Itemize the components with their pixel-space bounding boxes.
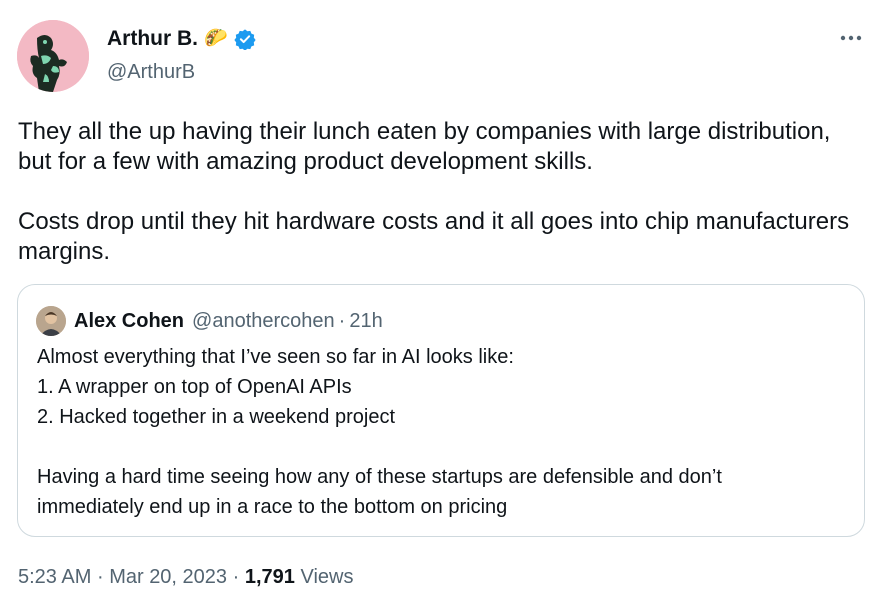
quoted-line: immediately end up in a race to the bott…: [37, 496, 508, 518]
views-label: Views: [300, 566, 354, 588]
author-name[interactable]: Arthur B.: [107, 27, 198, 51]
author-name-row: Arthur B. 🌮: [107, 27, 256, 51]
quoted-line-blank: [37, 432, 847, 462]
author-handle[interactable]: @ArthurB: [107, 60, 195, 84]
quoted-tweet-header: Alex Cohen @anothercohen · 21h: [36, 306, 383, 336]
person-avatar-image: [36, 306, 66, 336]
quoted-author-name[interactable]: Alex Cohen: [74, 309, 184, 333]
views-count: 1,791: [244, 566, 295, 588]
taco-emoji: 🌮: [204, 28, 228, 49]
tweet-paragraph: They all the up having their lunch eaten…: [18, 118, 831, 175]
more-dots-icon: [840, 35, 862, 41]
author-avatar[interactable]: [17, 20, 89, 92]
meta-separator: ·: [96, 566, 104, 588]
tweet-paragraph: Costs drop until they hit hardware costs…: [18, 208, 850, 265]
meta-separator: ·: [338, 310, 346, 332]
quoted-line: Almost everything that I’ve seen so far …: [37, 346, 514, 368]
quoted-line: 2. Hacked together in a weekend project: [37, 406, 395, 428]
verified-badge-icon: [234, 29, 256, 50]
quoted-tweet-text: Almost everything that I’ve seen so far …: [37, 342, 847, 522]
quoted-author-handle[interactable]: @anothercohen: [192, 309, 335, 333]
lizard-avatar-image: [17, 20, 89, 92]
quoted-tweet-card[interactable]: Alex Cohen @anothercohen · 21h Almost ev…: [17, 284, 865, 537]
tweet-date[interactable]: Mar 20, 2023: [109, 566, 227, 588]
tweet-time[interactable]: 5:23 AM: [18, 566, 91, 588]
tweet-meta: 5:23 AM · Mar 20, 2023 · 1,791 Views: [18, 565, 353, 589]
quoted-author-avatar[interactable]: [36, 306, 66, 336]
tweet-text: They all the up having their lunch eaten…: [18, 117, 868, 267]
quoted-line: 1. A wrapper on top of OpenAI APIs: [37, 376, 352, 398]
quoted-line: Having a hard time seeing how any of the…: [37, 466, 722, 488]
quoted-tweet-time[interactable]: 21h: [349, 309, 382, 333]
meta-separator: ·: [232, 566, 240, 588]
more-options-button[interactable]: [836, 26, 866, 50]
